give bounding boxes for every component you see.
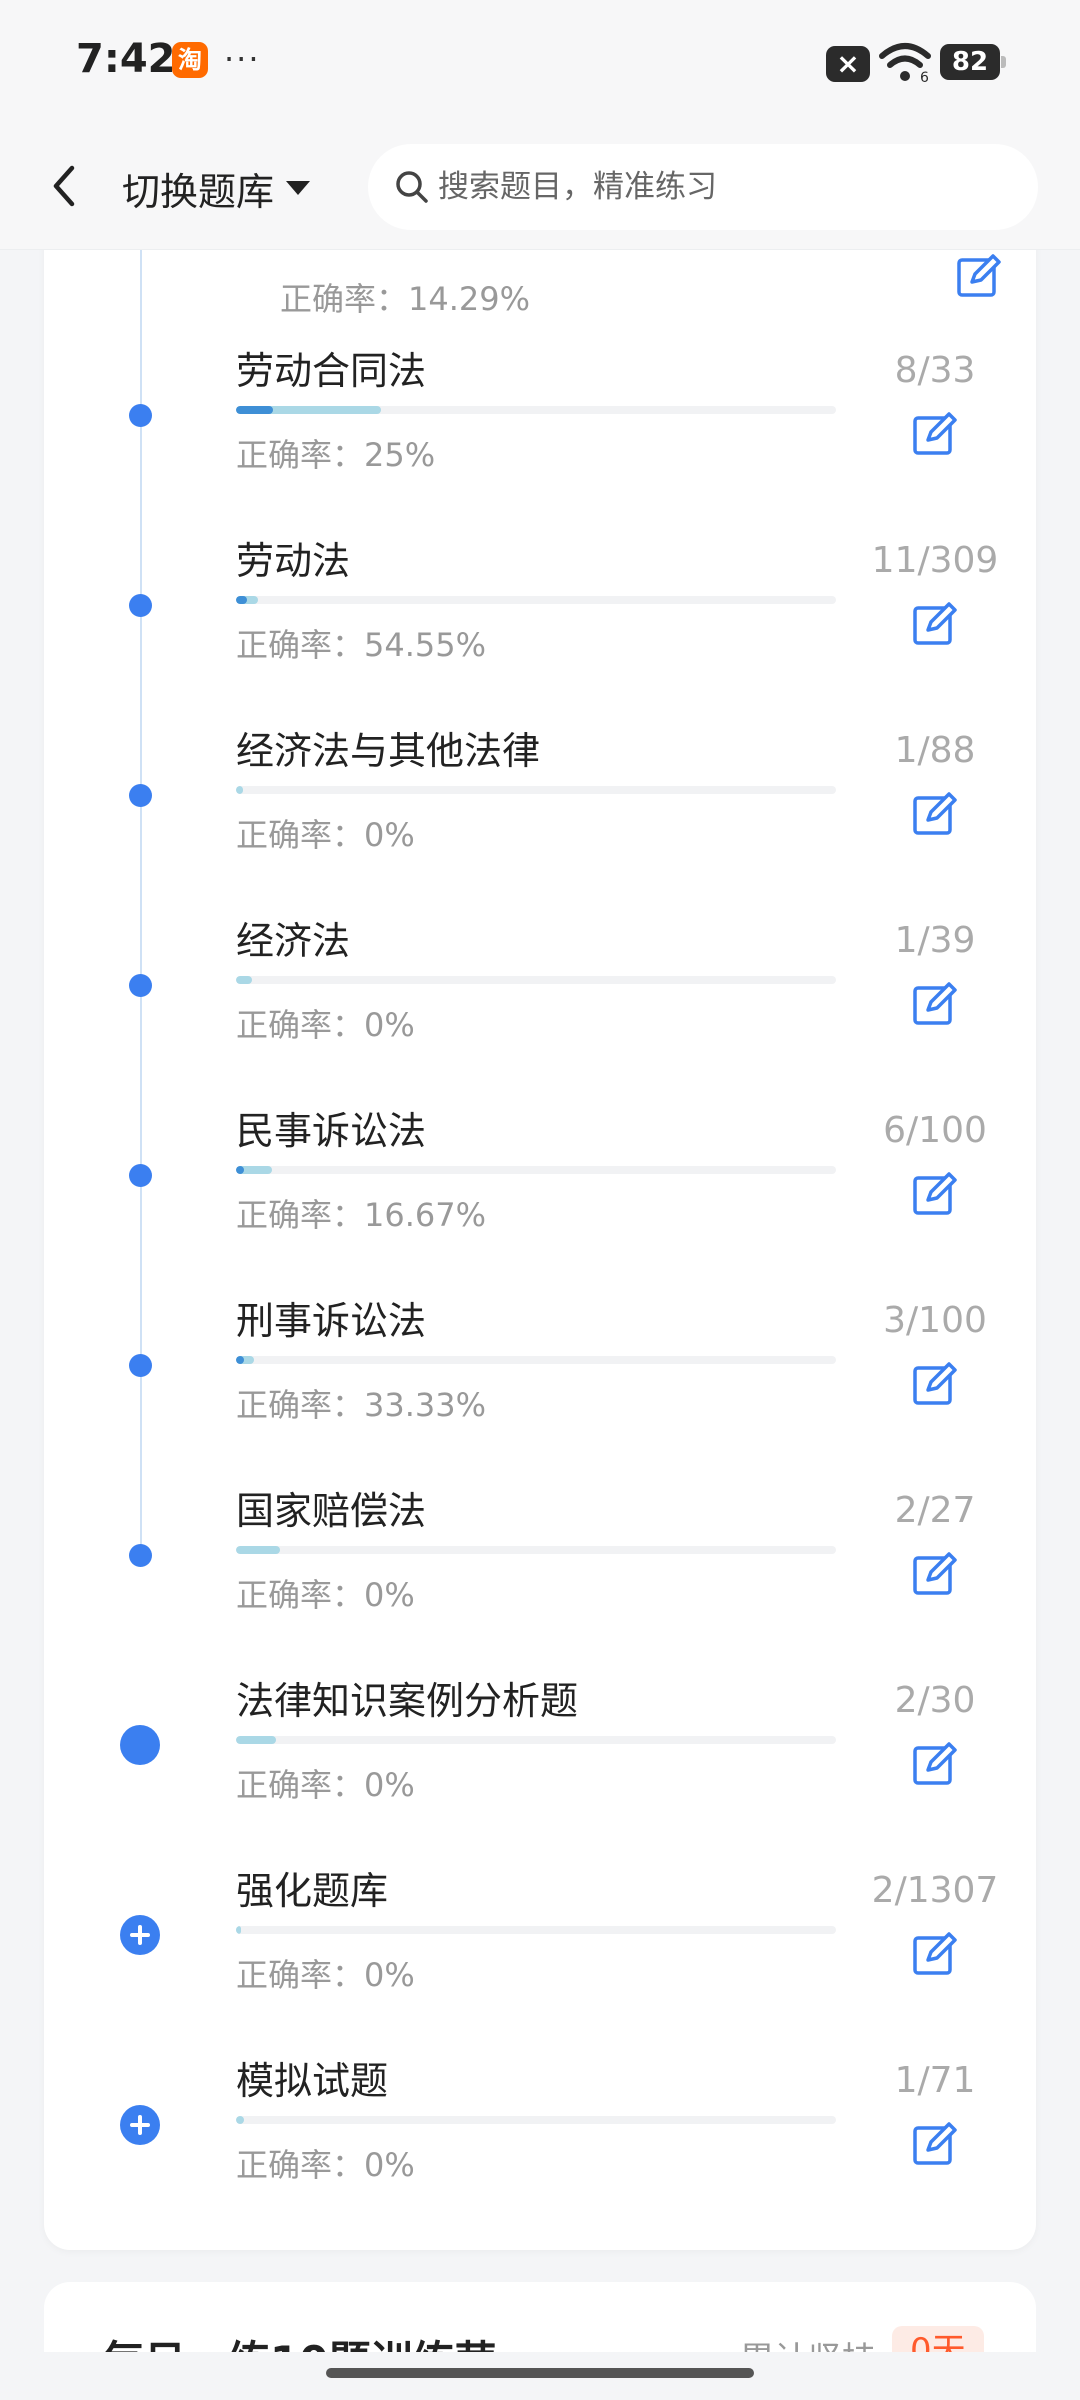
question-count: 1/39 bbox=[894, 920, 976, 961]
chapter-row[interactable]: 刑事诉讼法正确率：33.33% 3/100 bbox=[0, 1260, 1080, 1450]
timeline-dot bbox=[129, 404, 152, 427]
chapter-title: 强化题库 bbox=[236, 1869, 389, 1913]
question-count: 2/30 bbox=[894, 1680, 976, 1721]
question-count: 6/100 bbox=[883, 1110, 987, 1151]
app-screen: 正确率：14.29% 劳动合同法 正确率：25% 8/33 劳动法 正确率：54.55%… bbox=[0, 0, 1080, 2400]
edit-icon[interactable] bbox=[956, 252, 1002, 298]
progress-correct-fill bbox=[236, 596, 248, 604]
timeline-dot bbox=[129, 1354, 152, 1377]
switch-bank-label: 切换题库 bbox=[122, 169, 275, 214]
question-count: 2/27 bbox=[894, 1490, 976, 1531]
wifi-icon: 6 bbox=[879, 43, 931, 84]
chapter-row[interactable]: 国家赔偿法正确率：0% 2/27 bbox=[0, 1450, 1080, 1640]
chapter-title: 国家赔偿法 bbox=[236, 1489, 427, 1533]
status-time: 7:42 bbox=[76, 36, 176, 82]
chapter-row[interactable]: 经济法与其他法律正确率：0% 1/88 bbox=[0, 690, 1080, 880]
progress-done-fill bbox=[236, 786, 243, 794]
progress-bar bbox=[236, 406, 836, 414]
progress-bar bbox=[236, 2116, 836, 2124]
timeline-dot bbox=[129, 594, 152, 617]
timeline-dot bbox=[129, 974, 152, 997]
accuracy-text: 正确率：54.55% bbox=[236, 626, 487, 664]
progress-done-fill bbox=[236, 1736, 277, 1744]
timeline-dot bbox=[120, 1725, 160, 1765]
progress-done-fill bbox=[236, 2116, 245, 2124]
timeline-dot bbox=[129, 1544, 152, 1567]
progress-done-fill bbox=[236, 1926, 241, 1934]
edit-icon[interactable] bbox=[912, 1740, 958, 1786]
switch-bank-button[interactable]: 切换题库 bbox=[122, 160, 311, 216]
edit-icon[interactable] bbox=[912, 1360, 958, 1406]
home-indicator[interactable] bbox=[326, 2368, 754, 2378]
svg-text:6: 6 bbox=[920, 70, 929, 84]
timeline-dot bbox=[129, 1164, 152, 1187]
progress-bar bbox=[236, 596, 836, 604]
chapter-title: 刑事诉讼法 bbox=[236, 1299, 427, 1343]
progress-bar bbox=[236, 976, 836, 984]
question-count: 1/71 bbox=[894, 2060, 976, 2101]
chapter-row[interactable]: 强化题库正确率：0% 2/1307 bbox=[0, 1830, 1080, 2020]
top-bar: 切换题库 bbox=[0, 124, 1080, 250]
chapter-row[interactable]: 劳动法正确率：54.55% 11/309 bbox=[0, 500, 1080, 690]
battery-icon: 82 bbox=[940, 44, 1006, 80]
edit-icon[interactable] bbox=[912, 2120, 958, 2166]
progress-correct-fill bbox=[236, 1356, 244, 1364]
progress-done-fill bbox=[236, 1546, 281, 1554]
chapter-row[interactable]: 民事诉讼法正确率：16.67% 6/100 bbox=[0, 1070, 1080, 1260]
search-input[interactable] bbox=[438, 157, 998, 217]
question-count: 8/33 bbox=[894, 350, 976, 391]
chapter-title: 经济法与其他法律 bbox=[236, 729, 541, 773]
progress-correct-fill bbox=[236, 1166, 244, 1174]
question-count: 1/88 bbox=[894, 730, 976, 771]
status-bar: 7:42 淘 ··· × 6 82 bbox=[0, 0, 1080, 124]
progress-bar bbox=[236, 1356, 836, 1364]
edit-icon[interactable] bbox=[912, 1550, 958, 1596]
edit-icon[interactable] bbox=[912, 1170, 958, 1216]
accuracy-text: 正确率：33.33% bbox=[236, 1386, 487, 1424]
question-count: 2/1307 bbox=[871, 1870, 999, 1911]
chapter-title: 劳动法 bbox=[236, 539, 351, 583]
progress-bar bbox=[236, 1546, 836, 1554]
edit-icon[interactable] bbox=[912, 1930, 958, 1976]
chapter-title: 经济法 bbox=[236, 919, 351, 963]
search-box[interactable] bbox=[368, 144, 1038, 230]
chapter-title: 民事诉讼法 bbox=[236, 1109, 427, 1153]
chapter-row[interactable]: 法律知识案例分析题正确率：0% 2/30 bbox=[0, 1640, 1080, 1830]
edit-icon[interactable] bbox=[912, 600, 958, 646]
no-sim-icon: × bbox=[826, 46, 870, 82]
timeline-dot bbox=[129, 784, 152, 807]
question-count: 3/100 bbox=[883, 1300, 987, 1341]
more-notifications-icon: ··· bbox=[224, 40, 261, 78]
accuracy-text: 正确率：0% bbox=[236, 2146, 415, 2184]
expand-plus-icon[interactable] bbox=[120, 1915, 160, 1955]
caret-down-icon bbox=[286, 181, 311, 195]
chapter-title: 法律知识案例分析题 bbox=[236, 1679, 579, 1723]
edit-icon[interactable] bbox=[912, 980, 958, 1026]
chapter-title: 劳动合同法 bbox=[236, 349, 427, 393]
accuracy-text: 正确率：16.67% bbox=[236, 1196, 487, 1234]
accuracy-text: 正确率：25% bbox=[236, 436, 436, 474]
accuracy-text: 正确率：0% bbox=[236, 1006, 415, 1044]
edit-icon[interactable] bbox=[912, 790, 958, 836]
search-icon bbox=[396, 171, 428, 203]
progress-done-fill bbox=[236, 976, 252, 984]
edit-icon[interactable] bbox=[912, 410, 958, 456]
expand-plus-icon[interactable] bbox=[120, 2105, 160, 2145]
taobao-icon: 淘 bbox=[172, 42, 208, 78]
back-arrow-icon[interactable] bbox=[44, 158, 84, 214]
progress-correct-fill bbox=[236, 406, 273, 414]
progress-bar bbox=[236, 1926, 836, 1934]
accuracy-text: 正确率：0% bbox=[236, 1576, 415, 1614]
chapter-row[interactable]: 模拟试题正确率：0% 1/71 bbox=[0, 2020, 1080, 2210]
chapter-row[interactable]: 经济法正确率：0% 1/39 bbox=[0, 880, 1080, 1070]
question-count: 11/309 bbox=[871, 540, 999, 581]
accuracy-text: 正确率：0% bbox=[236, 1766, 415, 1804]
chapter-row[interactable]: 劳动合同法正确率：25% 8/33 bbox=[0, 310, 1080, 500]
progress-bar bbox=[236, 786, 836, 794]
accuracy-text: 正确率：0% bbox=[236, 816, 415, 854]
accuracy-text: 正确率：0% bbox=[236, 1956, 415, 1994]
progress-bar bbox=[236, 1166, 836, 1174]
chapter-title: 模拟试题 bbox=[236, 2059, 389, 2103]
progress-bar bbox=[236, 1736, 836, 1744]
